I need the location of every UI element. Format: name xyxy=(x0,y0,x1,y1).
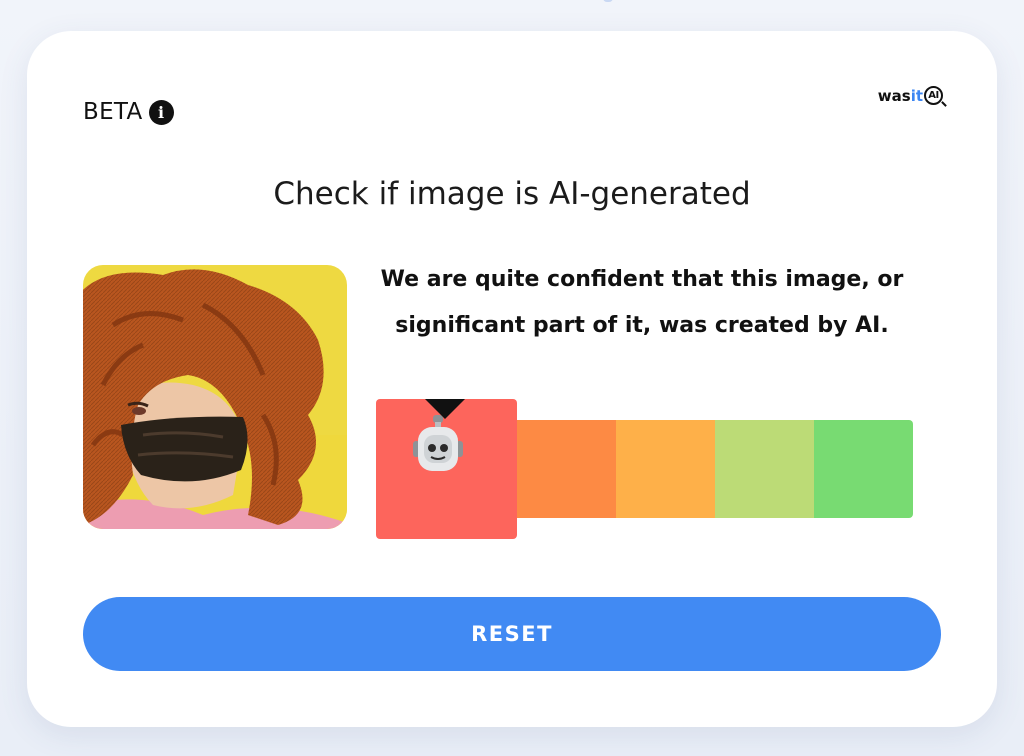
verdict-line-2: significant part of it, was created by A… xyxy=(395,313,889,338)
detector-card: BETA i was it AI Check if image is AI-gen… xyxy=(27,31,997,727)
top-edge-mark xyxy=(603,0,613,2)
brand-prefix: was xyxy=(877,86,911,105)
meter-segment xyxy=(814,420,913,518)
page-title: Check if image is AI-generated xyxy=(273,175,751,212)
uploaded-image-thumbnail xyxy=(83,265,347,529)
meter-segment xyxy=(517,420,616,518)
brand-highlight: it xyxy=(910,86,923,105)
beta-badge[interactable]: BETA i xyxy=(83,99,174,125)
brand-magnifier-icon: AI xyxy=(924,86,943,105)
verdict-line-1: We are quite confident that this image, … xyxy=(380,267,904,292)
page-background: BETA i was it AI Check if image is AI-gen… xyxy=(0,0,1024,756)
reset-button[interactable]: RESET xyxy=(83,597,941,671)
verdict-text: We are quite confident that this image, … xyxy=(367,257,917,349)
robot-face-icon xyxy=(413,415,463,471)
meter-segment xyxy=(616,420,715,518)
info-icon[interactable]: i xyxy=(148,99,174,125)
beta-label: BETA xyxy=(83,99,143,125)
brand-logo: was it AI xyxy=(878,86,943,105)
ai-confidence-meter xyxy=(376,399,913,539)
meter-segment xyxy=(715,420,814,518)
brand-badge: AI xyxy=(928,90,939,101)
meter-segment-active xyxy=(376,399,517,539)
portrait-illustration xyxy=(83,265,347,529)
meter-pointer-icon xyxy=(425,399,465,419)
